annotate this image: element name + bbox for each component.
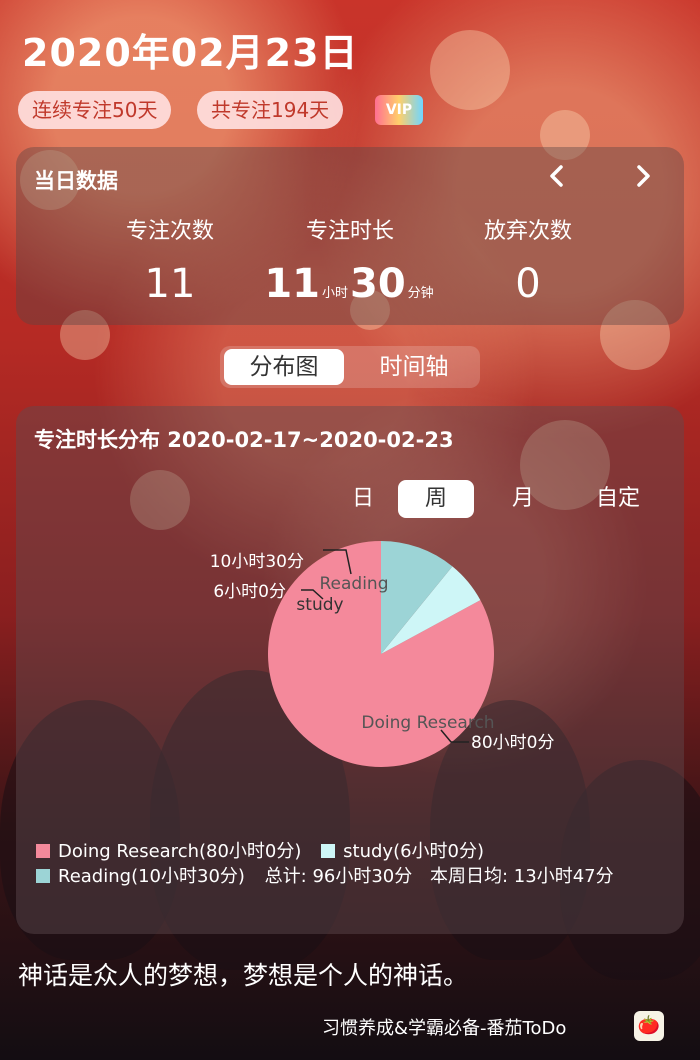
distribution-card: 专注时长分布 2020-02-17~2020-02-23 日 周 月 自定 Do… (16, 406, 684, 934)
legend-study: study(6小时0分) (343, 841, 485, 862)
chevron-right-icon[interactable] (628, 161, 658, 199)
focus-duration-stat: 专注时长 11 小时30 分钟 (250, 213, 450, 307)
vip-badge[interactable]: VIP (375, 95, 423, 125)
focus-count-value: 11 (144, 261, 196, 307)
slice-label-doing-research: Doing Research (361, 713, 494, 733)
duration-hours-unit: 小时 (321, 286, 348, 301)
abandon-count-value: 0 (515, 261, 541, 307)
daily-stats-card: 当日数据 专注次数 11 专注时长 11 小时30 分钟 放弃次数 0 (16, 147, 684, 325)
slice-label-reading: Reading (319, 574, 388, 594)
focus-duration-value: 11 小时30 分钟 (250, 261, 450, 307)
weekly-average: 本周日均: 13小时47分 (430, 866, 614, 887)
streak-badge: 连续专注50天 (18, 91, 172, 129)
tab-timeline[interactable]: 时间轴 (354, 349, 474, 385)
chevron-left-icon[interactable] (542, 161, 572, 199)
view-toggle: 分布图 时间轴 (220, 346, 480, 388)
legend-reading: Reading(10小时30分) (58, 866, 245, 887)
duration-hours: 11 (264, 261, 320, 307)
focus-distribution-pie-chart: Doing Research studyReading 80小时0分 6小时0分 10小… (210, 541, 554, 767)
duration-minutes: 30 (350, 261, 406, 307)
motivational-quote: 神话是众人的梦想，梦想是个人的神话。 (18, 961, 469, 990)
abandon-count-label: 放弃次数 (483, 219, 572, 244)
tomato-icon: 🍅 (634, 1011, 664, 1041)
focus-count-stat: 专注次数 11 (70, 213, 270, 307)
app-slogan: 习惯养成&学霸必备-番茄ToDo (322, 1018, 567, 1039)
legend-row-2: Reading(10小时30分) 总计: 96小时30分 本周日均: 13小时4… (36, 862, 614, 888)
legend-swatch-reading (36, 869, 50, 883)
value-label-study: 6小时0分 (213, 582, 286, 602)
total-summary: 总计: 96小时30分 (264, 866, 413, 887)
focus-duration-label: 专注时长 (305, 219, 394, 244)
slice-label-study: study (296, 595, 343, 615)
legend-doing-research: Doing Research(80小时0分) (58, 841, 302, 862)
value-label-reading: 10小时30分 (210, 552, 304, 572)
abandon-count-stat: 放弃次数 0 (428, 213, 628, 307)
legend-swatch-doing-research (36, 844, 50, 858)
value-label-doing-research: 80小时0分 (471, 733, 554, 753)
page-date: 2020年02月23日 (22, 31, 359, 75)
legend-swatch-study (321, 844, 336, 858)
tab-distribution[interactable]: 分布图 (224, 349, 344, 385)
legend-row-1: Doing Research(80小时0分) study(6小时0分) (36, 837, 484, 863)
daily-stats-title: 当日数据 (34, 169, 118, 193)
total-days-badge: 共专注194天 (197, 91, 344, 129)
focus-count-label: 专注次数 (125, 219, 214, 244)
